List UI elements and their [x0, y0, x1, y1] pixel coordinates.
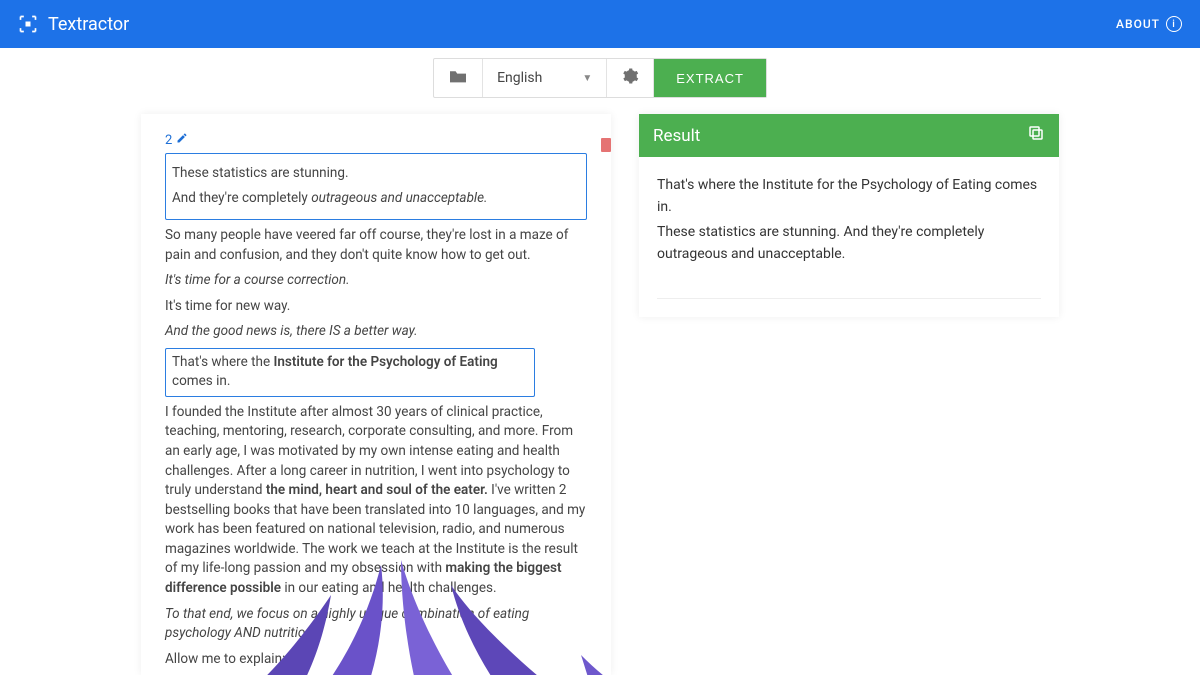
- doc-paragraph: It's time for new way.: [165, 297, 587, 317]
- result-text: That's where the Institute for the Psych…: [639, 157, 1059, 284]
- info-icon: i: [1166, 16, 1182, 32]
- toolbar-container: English ▼ EXTRACT: [0, 48, 1200, 114]
- selection-box-2[interactable]: That's where the Institute for the Psych…: [165, 348, 535, 397]
- about-label: ABOUT: [1116, 17, 1160, 31]
- language-value: English: [497, 70, 542, 86]
- doc-paragraph: So many people have veered far off cours…: [165, 226, 587, 265]
- app-logo-icon: [18, 14, 38, 34]
- main-area: 2 These statistics are stunning. And the…: [0, 114, 1200, 675]
- document-panel: 2 These statistics are stunning. And the…: [141, 114, 611, 675]
- doc-paragraph: And the good news is, there IS a better …: [165, 322, 587, 342]
- sel1-line1: These statistics are stunning.: [172, 164, 580, 184]
- selection-header[interactable]: 2: [165, 132, 587, 151]
- delete-selection-icon[interactable]: [601, 138, 611, 152]
- result-line: That's where the Institute for the Psych…: [657, 175, 1041, 218]
- selection-number: 2: [165, 132, 172, 151]
- topbar: Textractor ABOUT i: [0, 0, 1200, 48]
- sel1-line2: And they're completely outrageous and un…: [172, 189, 580, 209]
- result-title: Result: [653, 126, 700, 146]
- doc-paragraph: It's time for a course correction.: [165, 271, 587, 291]
- gear-icon: [621, 67, 639, 89]
- language-select[interactable]: English ▼: [483, 59, 607, 97]
- result-line: These statistics are stunning. And they'…: [657, 222, 1041, 265]
- folder-icon: [448, 68, 468, 88]
- pencil-icon: [176, 132, 188, 151]
- result-header: Result: [639, 114, 1059, 157]
- background-flower-image: [141, 535, 611, 675]
- copy-icon[interactable]: [1027, 124, 1045, 147]
- settings-button[interactable]: [607, 59, 654, 97]
- chevron-down-icon: ▼: [582, 73, 592, 84]
- about-link[interactable]: ABOUT i: [1116, 16, 1182, 32]
- brand-title: Textractor: [48, 14, 129, 35]
- extract-button[interactable]: EXTRACT: [654, 59, 766, 97]
- brand: Textractor: [18, 14, 129, 35]
- toolbar: English ▼ EXTRACT: [433, 58, 767, 98]
- open-file-button[interactable]: [434, 59, 483, 97]
- divider: [657, 298, 1041, 299]
- selection-box-1[interactable]: These statistics are stunning. And they'…: [165, 153, 587, 220]
- result-panel: Result That's where the Institute for th…: [639, 114, 1059, 317]
